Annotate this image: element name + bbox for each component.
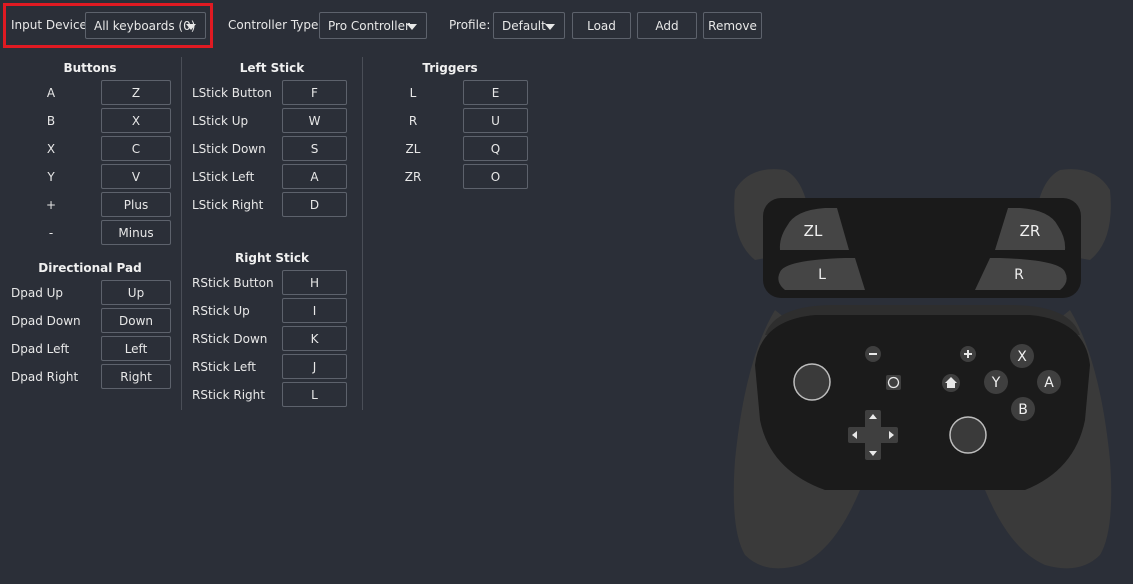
right-stick[interactable] xyxy=(949,416,987,454)
left-stick-mapping-label: LStick Down xyxy=(192,142,266,156)
dpad-mapping-label: Dpad Up xyxy=(11,286,64,300)
trigger-mapping-key-button[interactable]: O xyxy=(463,164,528,189)
dpad-mapping-key-button[interactable]: Down xyxy=(101,308,171,333)
face-button-y[interactable]: Y xyxy=(984,370,1008,394)
trigger-mapping-label: L xyxy=(409,86,417,100)
right-stick-mapping-key-button[interactable]: I xyxy=(282,298,347,323)
left-stick-mapping-label: LStick Button xyxy=(192,86,272,100)
l-bumper-label: L xyxy=(818,267,826,283)
left-stick-mapping-key-button[interactable]: S xyxy=(282,136,347,161)
minus-button[interactable] xyxy=(865,346,881,362)
dpad-mapping-key-button[interactable]: Left xyxy=(101,336,171,361)
dpad-mapping-label: Dpad Down xyxy=(11,314,81,328)
face-button-b-label: B xyxy=(1018,402,1028,418)
button-mapping-label: A xyxy=(46,86,56,100)
right-stick-mapping-label: RStick Down xyxy=(192,332,268,346)
controller-body xyxy=(755,315,1090,490)
load-button[interactable]: Load xyxy=(572,12,631,39)
pro-controller-image: ZL ZR L R X Y A B xyxy=(733,169,1112,569)
right-stick-mapping-key-button[interactable]: J xyxy=(282,354,347,379)
face-button-a[interactable]: A xyxy=(1037,370,1061,394)
right-stick-mapping-label: RStick Button xyxy=(192,276,274,290)
button-mapping-key-button[interactable]: C xyxy=(101,136,171,161)
left-stick-mapping-key-button[interactable]: F xyxy=(282,80,347,105)
dpad-mapping-label: Dpad Left xyxy=(11,342,70,356)
right-stick-mapping-label: RStick Left xyxy=(192,360,256,374)
highlight-box xyxy=(3,3,213,48)
triggers-section-title: Triggers xyxy=(422,61,478,75)
left-stick-mapping-label: LStick Left xyxy=(192,170,255,184)
chevron-down-icon xyxy=(407,24,417,30)
button-mapping-label: + xyxy=(45,198,57,212)
r-bumper-label: R xyxy=(1014,267,1024,283)
button-mapping-label: - xyxy=(48,226,54,240)
left-stick-section-title: Left Stick xyxy=(239,61,305,75)
right-stick-mapping-label: RStick Right xyxy=(192,388,265,402)
trigger-mapping-key-button[interactable]: Q xyxy=(463,136,528,161)
left-stick-mapping-key-button[interactable]: D xyxy=(282,192,347,217)
left-stick[interactable] xyxy=(793,363,831,401)
profile-dropdown[interactable]: Default xyxy=(493,12,565,39)
face-button-y-label: Y xyxy=(991,375,1001,391)
left-stick-mapping-key-button[interactable]: A xyxy=(282,164,347,189)
face-button-x-label: X xyxy=(1017,349,1027,365)
profile-value: Default xyxy=(502,18,546,33)
button-mapping-label: X xyxy=(46,142,56,156)
button-mapping-label: Y xyxy=(47,170,55,184)
face-button-x[interactable]: X xyxy=(1010,344,1034,368)
dpad-mapping-label: Dpad Right xyxy=(11,370,79,384)
button-mapping-label: B xyxy=(46,114,56,128)
button-mapping-key-button[interactable]: V xyxy=(101,164,171,189)
left-stick-mapping-label: LStick Up xyxy=(192,114,249,128)
button-mapping-key-button[interactable]: Z xyxy=(101,80,171,105)
trigger-mapping-key-button[interactable]: U xyxy=(463,108,528,133)
profile-label: Profile: xyxy=(449,18,491,32)
trigger-mapping-label: ZR xyxy=(404,170,422,184)
dpad-mapping-key-button[interactable]: Right xyxy=(101,364,171,389)
remove-button[interactable]: Remove xyxy=(703,12,762,39)
column-divider xyxy=(181,57,182,410)
right-stick-section-title: Right Stick xyxy=(235,251,309,265)
buttons-section-title: Buttons xyxy=(63,61,117,75)
home-button[interactable] xyxy=(942,374,960,392)
trigger-mapping-key-button[interactable]: E xyxy=(463,80,528,105)
right-stick-mapping-key-button[interactable]: L xyxy=(282,382,347,407)
face-button-b[interactable]: B xyxy=(1011,397,1035,421)
column-divider xyxy=(362,57,363,410)
right-stick-mapping-label: RStick Up xyxy=(192,304,250,318)
minus-icon xyxy=(869,353,877,355)
zr-trigger-label: ZR xyxy=(1020,222,1041,240)
add-button[interactable]: Add xyxy=(637,12,697,39)
dpad-mapping-key-button[interactable]: Up xyxy=(101,280,171,305)
plus-button[interactable] xyxy=(960,346,976,362)
left-stick-mapping-key-button[interactable]: W xyxy=(282,108,347,133)
trigger-mapping-label: R xyxy=(408,114,418,128)
button-mapping-key-button[interactable]: Plus xyxy=(101,192,171,217)
controller-type-label: Controller Type: xyxy=(228,18,323,32)
capture-button[interactable] xyxy=(886,375,901,390)
right-stick-mapping-key-button[interactable]: H xyxy=(282,270,347,295)
right-stick-mapping-key-button[interactable]: K xyxy=(282,326,347,351)
face-button-a-label: A xyxy=(1044,375,1054,391)
trigger-mapping-label: ZL xyxy=(405,142,421,156)
button-mapping-key-button[interactable]: X xyxy=(101,108,171,133)
controller-type-value: Pro Controller xyxy=(328,18,410,33)
button-mapping-key-button[interactable]: Minus xyxy=(101,220,171,245)
dpad-section-title: Directional Pad xyxy=(38,261,142,275)
controller-type-dropdown[interactable]: Pro Controller xyxy=(319,12,427,39)
chevron-down-icon xyxy=(545,24,555,30)
zl-trigger-label: ZL xyxy=(804,222,823,240)
left-stick-mapping-label: LStick Right xyxy=(192,198,264,212)
